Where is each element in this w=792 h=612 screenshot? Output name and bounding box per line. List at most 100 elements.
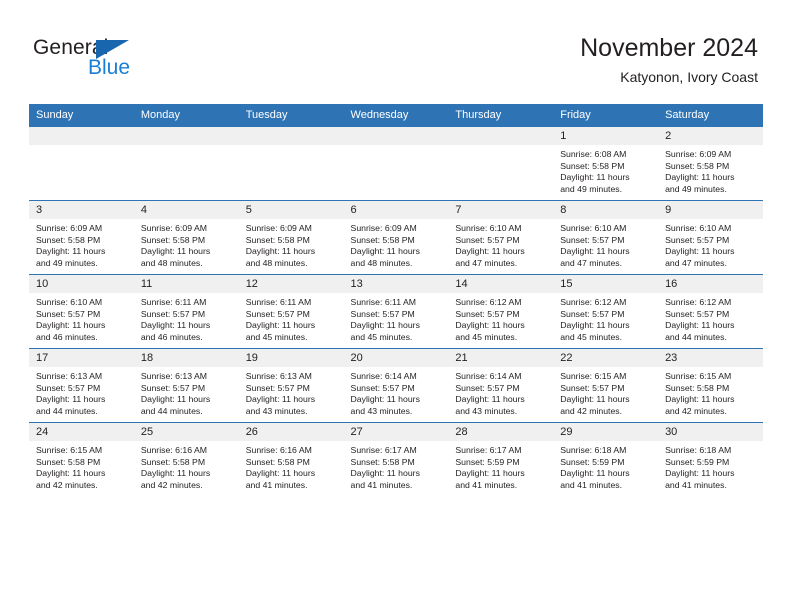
day-detail-sunrise: Sunrise: 6:12 AM <box>455 297 522 307</box>
day-details: Sunrise: 6:15 AM Sunset: 5:58 PM Daylight:… <box>29 441 134 491</box>
day-details: Sunrise: 6:11 AM Sunset: 5:57 PM Daylight:… <box>134 293 239 343</box>
calendar-cell-day[interactable]: 10 Sunrise: 6:10 AM Sunset: 5:57 PM Dayligh… <box>29 274 134 349</box>
calendar-cell-day[interactable]: 26 Sunrise: 6:16 AM Sunset: 5:58 PM Dayligh… <box>238 422 344 496</box>
day-detail-daylight1: Daylight: 11 hours <box>560 320 630 331</box>
calendar-cell-day[interactable]: 20 Sunrise: 6:14 AM Sunset: 5:57 PM Dayligh… <box>343 348 449 423</box>
calendar-cell-day[interactable]: 3 Sunrise: 6:09 AM Sunset: 5:58 PM Daylight… <box>29 200 134 275</box>
day-detail-sunset: Sunset: 5:58 PM <box>140 456 206 467</box>
day-detail-sunrise: Sunrise: 6:09 AM <box>140 223 208 233</box>
day-detail-daylight2: and 43 minutes. <box>455 405 518 416</box>
calendar-cell-day[interactable]: 1 Sunrise: 6:08 AM Sunset: 5:58 PM Daylight… <box>553 126 659 201</box>
day-detail-sunset: Sunset: 5:57 PM <box>140 382 206 393</box>
calendar-week-row: 3 Sunrise: 6:09 AM Sunset: 5:58 PM Daylight… <box>29 200 763 275</box>
weekday-header-monday: Monday <box>133 104 239 127</box>
day-detail-daylight1: Daylight: 11 hours <box>36 394 106 405</box>
day-details: Sunrise: 6:10 AM Sunset: 5:57 PM Daylight:… <box>29 293 134 343</box>
day-detail-daylight1: Daylight: 11 hours <box>455 320 525 331</box>
calendar-cell-day[interactable]: 30 Sunrise: 6:18 AM Sunset: 5:59 PM Dayligh… <box>658 422 763 496</box>
calendar-cell-day[interactable]: 4 Sunrise: 6:09 AM Sunset: 5:58 PM Daylight… <box>133 200 239 275</box>
day-detail-daylight2: and 47 minutes. <box>665 257 727 268</box>
day-number: 15 <box>553 275 659 293</box>
day-number: 21 <box>448 349 554 367</box>
day-number: 3 <box>29 201 134 219</box>
calendar-cell-day[interactable]: 27 Sunrise: 6:17 AM Sunset: 5:58 PM Dayligh… <box>343 422 449 496</box>
day-detail-sunrise: Sunrise: 6:10 AM <box>560 223 627 233</box>
day-number: 30 <box>658 423 763 441</box>
day-details: Sunrise: 6:13 AM Sunset: 5:57 PM Daylight:… <box>134 367 239 417</box>
calendar-cell-day[interactable]: 7 Sunrise: 6:10 AM Sunset: 5:57 PM Daylight… <box>448 200 554 275</box>
day-number: 26 <box>238 423 344 441</box>
calendar-cell-day[interactable]: 9 Sunrise: 6:10 AM Sunset: 5:57 PM Daylight… <box>658 200 763 275</box>
day-detail-sunrise: Sunrise: 6:11 AM <box>245 297 312 307</box>
calendar-week-row: 24 Sunrise: 6:15 AM Sunset: 5:58 PM Dayligh… <box>29 422 763 496</box>
calendar-cell-day[interactable]: 5 Sunrise: 6:09 AM Sunset: 5:58 PM Daylight… <box>238 200 344 275</box>
calendar-cell-day[interactable]: 16 Sunrise: 6:12 AM Sunset: 5:57 PM Dayligh… <box>658 274 763 349</box>
day-details: Sunrise: 6:18 AM Sunset: 5:59 PM Daylight:… <box>658 441 763 491</box>
page-header: General Blue November 2024 Katyonon, Ivo… <box>0 0 792 100</box>
day-detail-sunset: Sunset: 5:58 PM <box>245 234 310 245</box>
day-details: Sunrise: 6:12 AM Sunset: 5:57 PM Daylight:… <box>448 293 553 343</box>
day-detail-daylight2: and 45 minutes. <box>245 331 308 342</box>
calendar-cell-empty <box>448 126 554 201</box>
day-detail-daylight2: and 48 minutes. <box>140 257 203 268</box>
day-detail-daylight2: and 41 minutes. <box>350 479 413 490</box>
day-detail-daylight1: Daylight: 11 hours <box>36 320 106 331</box>
logo-text-blue: Blue <box>88 56 131 79</box>
day-detail-daylight2: and 41 minutes. <box>665 479 727 490</box>
calendar-cell-day[interactable]: 11 Sunrise: 6:11 AM Sunset: 5:57 PM Dayligh… <box>133 274 239 349</box>
day-detail-sunset: Sunset: 5:57 PM <box>665 308 730 319</box>
calendar-cell-empty <box>343 126 449 201</box>
day-detail-sunset: Sunset: 5:57 PM <box>560 234 625 245</box>
day-detail-daylight1: Daylight: 11 hours <box>140 394 211 405</box>
day-detail-sunset: Sunset: 5:57 PM <box>665 234 730 245</box>
calendar-cell-day[interactable]: 2 Sunrise: 6:09 AM Sunset: 5:58 PM Daylight… <box>658 126 763 201</box>
day-detail-sunset: Sunset: 5:57 PM <box>560 382 625 393</box>
day-number: 29 <box>553 423 659 441</box>
calendar-cell-day[interactable]: 29 Sunrise: 6:18 AM Sunset: 5:59 PM Dayligh… <box>553 422 659 496</box>
day-detail-daylight2: and 42 minutes. <box>665 405 727 416</box>
calendar-cell-day[interactable]: 14 Sunrise: 6:12 AM Sunset: 5:57 PM Dayligh… <box>448 274 554 349</box>
calendar-cell-day[interactable]: 21 Sunrise: 6:14 AM Sunset: 5:57 PM Dayligh… <box>448 348 554 423</box>
day-details: Sunrise: 6:13 AM Sunset: 5:57 PM Daylight:… <box>29 367 134 417</box>
day-detail-sunrise: Sunrise: 6:14 AM <box>455 371 522 381</box>
day-detail-sunrise: Sunrise: 6:11 AM <box>350 297 417 307</box>
title-block: November 2024 Katyonon, Ivory Coast <box>580 33 758 86</box>
calendar-cell-day[interactable]: 22 Sunrise: 6:15 AM Sunset: 5:57 PM Dayligh… <box>553 348 659 423</box>
weekday-header-wednesday: Wednesday <box>343 104 449 127</box>
calendar-cell-day[interactable]: 15 Sunrise: 6:12 AM Sunset: 5:57 PM Dayligh… <box>553 274 659 349</box>
calendar-cell-day[interactable]: 23 Sunrise: 6:15 AM Sunset: 5:58 PM Dayligh… <box>658 348 763 423</box>
calendar-cell-day[interactable]: 17 Sunrise: 6:13 AM Sunset: 5:57 PM Dayligh… <box>29 348 134 423</box>
calendar-cell-day[interactable]: 24 Sunrise: 6:15 AM Sunset: 5:58 PM Dayligh… <box>29 422 134 496</box>
day-detail-daylight1: Daylight: 11 hours <box>245 468 316 479</box>
weekday-header-row: Sunday Monday Tuesday Wednesday Thursday… <box>29 104 763 127</box>
day-detail-sunrise: Sunrise: 6:10 AM <box>665 223 732 233</box>
day-detail-sunset: Sunset: 5:58 PM <box>350 456 415 467</box>
generalblue-logo[interactable]: General Blue <box>33 36 153 82</box>
day-details: Sunrise: 6:16 AM Sunset: 5:58 PM Daylight:… <box>134 441 239 491</box>
calendar-cell-empty <box>133 126 239 201</box>
day-detail-sunrise: Sunrise: 6:18 AM <box>560 445 627 455</box>
day-number: 17 <box>29 349 134 367</box>
day-detail-sunrise: Sunrise: 6:18 AM <box>665 445 732 455</box>
calendar-cell-day[interactable]: 25 Sunrise: 6:16 AM Sunset: 5:58 PM Dayligh… <box>133 422 239 496</box>
calendar-cell-day[interactable]: 12 Sunrise: 6:11 AM Sunset: 5:57 PM Dayligh… <box>238 274 344 349</box>
day-details: Sunrise: 6:12 AM Sunset: 5:57 PM Daylight:… <box>658 293 763 343</box>
day-number: 24 <box>29 423 134 441</box>
day-detail-sunset: Sunset: 5:57 PM <box>560 308 625 319</box>
weekday-header-thursday: Thursday <box>448 104 554 127</box>
day-detail-sunset: Sunset: 5:58 PM <box>350 234 415 245</box>
day-number: 28 <box>448 423 554 441</box>
calendar-cell-day[interactable]: 19 Sunrise: 6:13 AM Sunset: 5:57 PM Dayligh… <box>238 348 344 423</box>
day-detail-daylight2: and 41 minutes. <box>245 479 308 490</box>
day-detail-sunset: Sunset: 5:58 PM <box>665 382 730 393</box>
day-detail-daylight1: Daylight: 11 hours <box>560 172 630 183</box>
day-detail-sunrise: Sunrise: 6:09 AM <box>665 149 732 159</box>
day-detail-sunrise: Sunrise: 6:08 AM <box>560 149 627 159</box>
calendar-cell-day[interactable]: 28 Sunrise: 6:17 AM Sunset: 5:59 PM Dayligh… <box>448 422 554 496</box>
weekday-header-friday: Friday <box>553 104 659 127</box>
calendar-cell-day[interactable]: 13 Sunrise: 6:11 AM Sunset: 5:57 PM Dayligh… <box>343 274 449 349</box>
calendar-cell-day[interactable]: 18 Sunrise: 6:13 AM Sunset: 5:57 PM Dayligh… <box>133 348 239 423</box>
calendar-cell-day[interactable]: 8 Sunrise: 6:10 AM Sunset: 5:57 PM Daylight… <box>553 200 659 275</box>
calendar-cell-day[interactable]: 6 Sunrise: 6:09 AM Sunset: 5:58 PM Daylight… <box>343 200 449 275</box>
day-detail-sunrise: Sunrise: 6:13 AM <box>245 371 312 381</box>
